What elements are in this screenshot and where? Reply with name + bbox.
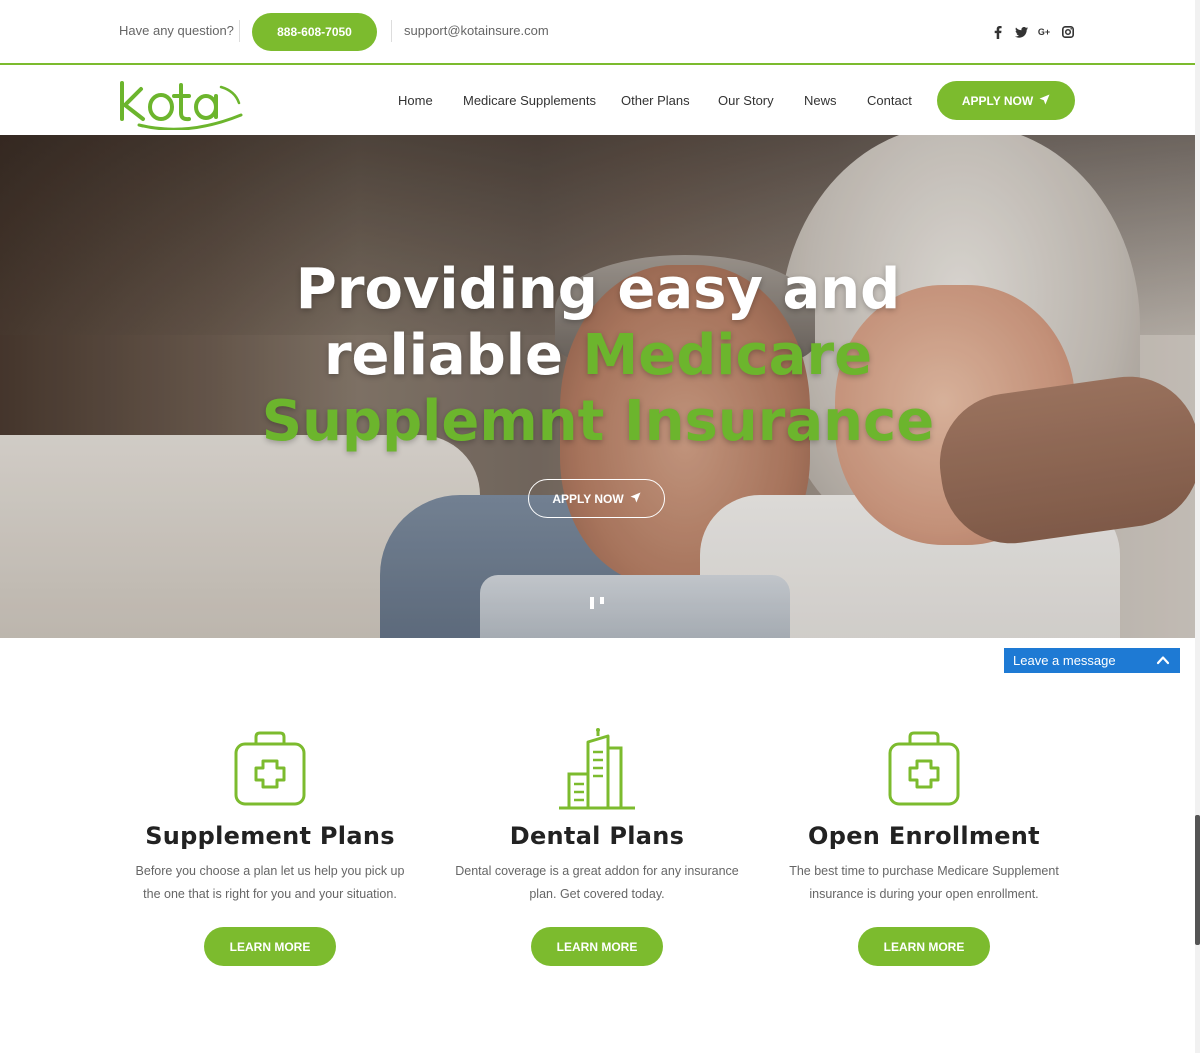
learn-more-button[interactable]: LEARN MORE: [204, 927, 336, 966]
leave-message-widget[interactable]: Leave a message: [1004, 648, 1180, 673]
send-arrow-icon: [1039, 94, 1050, 108]
hero-banner: Providing easy and reliable Medicare Sup…: [0, 135, 1195, 638]
slider-indicator[interactable]: [600, 597, 604, 604]
hero-apply-now-button[interactable]: APPLY NOW: [528, 479, 665, 518]
main-navigation: Home Medicare Supplements Other Plans Ou…: [0, 65, 1200, 135]
instagram-icon[interactable]: [1060, 24, 1076, 40]
learn-more-button[interactable]: LEARN MORE: [531, 927, 663, 966]
slider-indicator-active[interactable]: [590, 597, 594, 609]
headline-highlight-text: Medicare: [582, 323, 873, 388]
google-plus-icon[interactable]: G+: [1036, 24, 1052, 40]
feature-supplement-plans: Supplement Plans Before you choose a pla…: [105, 728, 435, 966]
contact-question: Have any question?: [119, 23, 234, 38]
feature-title: Supplement Plans: [145, 822, 395, 850]
nav-home[interactable]: Home: [398, 93, 433, 108]
building-icon: [559, 728, 635, 810]
twitter-icon[interactable]: [1013, 24, 1029, 40]
medical-kit-icon: [234, 731, 306, 806]
send-arrow-icon: [630, 492, 641, 506]
feature-title: Open Enrollment: [808, 822, 1040, 850]
headline-line-1: Providing easy and: [295, 257, 901, 322]
apply-now-label: APPLY NOW: [961, 93, 1034, 108]
hero-apply-label: APPLY NOW: [552, 491, 624, 506]
scrollbar-thumb[interactable]: [1195, 815, 1200, 945]
kota-logo[interactable]: [117, 75, 247, 131]
nav-other-plans[interactable]: Other Plans: [621, 93, 690, 108]
feature-dental-plans: Dental Plans Dental coverage is a great …: [432, 728, 762, 966]
headline-line-2: reliable Medicare: [198, 323, 998, 389]
medical-kit-icon: [888, 731, 960, 806]
nav-news[interactable]: News: [804, 93, 837, 108]
divider: [391, 20, 392, 42]
support-email-link[interactable]: support@kotainsure.com: [404, 23, 549, 38]
divider: [239, 20, 240, 42]
leave-message-label: Leave a message: [1013, 653, 1116, 668]
feature-description: The best time to purchase Medicare Suppl…: [789, 864, 1059, 901]
feature-open-enrollment: Open Enrollment The best time to purchas…: [759, 728, 1089, 966]
top-bar: Have any question? 888-608-7050 support@…: [0, 0, 1200, 64]
learn-more-button[interactable]: LEARN MORE: [858, 927, 990, 966]
nav-contact[interactable]: Contact: [867, 93, 912, 108]
headline-white-text: reliable: [323, 323, 563, 388]
facebook-icon[interactable]: [990, 24, 1006, 40]
headline-line-3: Supplemnt Insurance: [261, 389, 935, 454]
apply-now-button[interactable]: APPLY NOW: [937, 81, 1075, 120]
nav-medicare-supplements[interactable]: Medicare Supplements: [463, 93, 596, 108]
feature-description: Dental coverage is a great addon for any…: [455, 864, 739, 901]
phone-button[interactable]: 888-608-7050: [252, 13, 377, 51]
chevron-up-icon[interactable]: [1156, 653, 1170, 667]
feature-description: Before you choose a plan let us help you…: [135, 864, 405, 901]
nav-our-story[interactable]: Our Story: [718, 93, 774, 108]
hero-headline: Providing easy and reliable Medicare Sup…: [198, 257, 998, 455]
feature-title: Dental Plans: [509, 822, 685, 850]
